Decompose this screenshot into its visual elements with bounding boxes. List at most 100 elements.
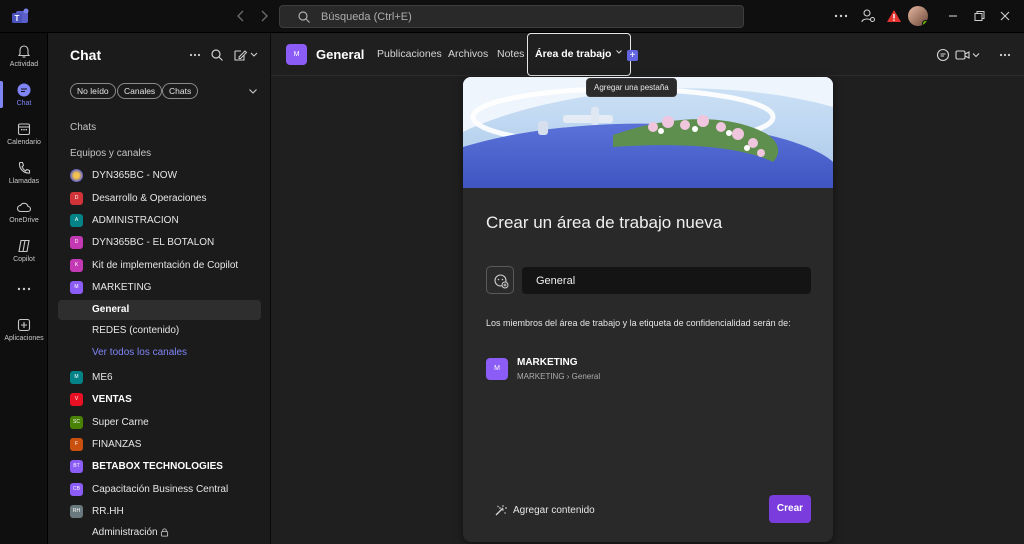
team-label: Super Carne <box>92 417 149 428</box>
filter-chats[interactable]: Chats <box>162 83 199 99</box>
team-label: ME6 <box>92 372 113 383</box>
close-window-icon[interactable] <box>997 8 1013 24</box>
magic-wand-icon <box>494 504 507 517</box>
cloud-icon <box>16 199 32 215</box>
rail-item-chat[interactable]: Chat <box>0 78 48 118</box>
workspace-icon-button[interactable] <box>486 266 514 294</box>
add-tab-tooltip: Agregar una pestaña <box>586 78 677 97</box>
rail-label: Chat <box>16 100 32 107</box>
rail-item-llamadas[interactable]: Llamadas <box>0 156 48 196</box>
teams-logo-icon: T <box>11 8 31 26</box>
create-button[interactable]: Crear <box>769 495 811 523</box>
team-row[interactable]: RH RR.HH <box>70 502 260 522</box>
rail-item-copilot[interactable]: Copilot <box>0 234 48 274</box>
rail-label: OneDrive <box>9 217 39 224</box>
team-row[interactable]: A ADMINISTRACION <box>70 211 260 231</box>
team-label: DYN365BC - EL BOTALON <box>92 237 215 248</box>
phone-icon <box>16 160 32 176</box>
team-avatar: D <box>70 192 83 205</box>
chat-icon <box>16 82 32 98</box>
team-row[interactable]: DYN365BC - NOW <box>70 166 260 186</box>
team-row[interactable]: K Kit de implementación de Copilot <box>70 256 260 276</box>
team-label: ADMINISTRACION <box>92 215 179 226</box>
team-avatar: RH <box>70 505 83 518</box>
rail-item-actividad[interactable]: Actividad <box>0 39 48 79</box>
meet-button[interactable] <box>955 48 981 62</box>
channel-row[interactable]: REDES (contenido) <box>58 321 261 341</box>
team-row[interactable]: SC Super Carne <box>70 413 260 433</box>
team-row[interactable]: M MARKETING <box>70 278 260 298</box>
team-name: MARKETING <box>517 357 578 368</box>
channel-label: General <box>92 304 130 315</box>
plus-square-icon <box>16 317 32 333</box>
rail-item-aplicaciones[interactable]: Aplicaciones <box>0 313 48 353</box>
search-box[interactable]: Búsqueda (Ctrl+E) <box>279 5 744 28</box>
chat-bubble-icon[interactable] <box>936 48 950 62</box>
section-teams[interactable]: Equipos y canales <box>70 148 151 159</box>
section-chats[interactable]: Chats <box>70 122 96 133</box>
filter-unread[interactable]: No leído <box>70 83 116 99</box>
card-title: Crear un área de trabajo nueva <box>486 213 723 232</box>
team-label: MARKETING <box>92 282 152 293</box>
warning-icon[interactable] <box>886 8 902 24</box>
new-chat-button[interactable] <box>233 48 259 62</box>
team-avatar: F <box>70 438 83 451</box>
more-options-icon[interactable] <box>998 48 1012 62</box>
see-all-label: Ver todos los canales <box>92 347 188 358</box>
chat-list-panel: Chat No leído Canales Chats Chats Equipo… <box>48 33 271 544</box>
tab-publicaciones[interactable]: Publicaciones <box>377 48 442 60</box>
team-row[interactable]: CB Capacitación Business Central <box>70 480 260 500</box>
channel-row-selected[interactable]: General <box>58 300 261 320</box>
people-settings-icon[interactable] <box>860 8 876 24</box>
rail-label: Aplicaciones <box>4 335 44 342</box>
tab-label: Área de trabajo <box>535 48 612 60</box>
create-workspace-card: Crear un área de trabajo nueva Los miemb… <box>463 77 833 542</box>
title-bar: T Búsqueda (Ctrl+E) <box>0 0 1024 33</box>
team-row[interactable]: D DYN365BC - EL BOTALON <box>70 233 260 253</box>
user-avatar[interactable] <box>908 6 928 26</box>
add-content-label: Agregar contenido <box>513 505 595 516</box>
team-row[interactable]: M ME6 <box>70 368 260 388</box>
channel-row[interactable]: Administración <box>58 523 261 543</box>
minimize-icon[interactable] <box>945 8 961 24</box>
team-label: Desarrollo & Operaciones <box>92 193 207 204</box>
see-all-channels-link[interactable]: Ver todos los canales <box>58 343 261 363</box>
workspace-description: Los miembros del área de trabajo y la et… <box>486 318 791 328</box>
tab-area-de-trabajo[interactable]: Área de trabajo <box>527 33 632 76</box>
team-label: BETABOX TECHNOLOGIES <box>92 461 223 472</box>
rail-more-button[interactable] <box>0 277 48 297</box>
team-row[interactable]: BT BETABOX TECHNOLOGIES <box>70 457 260 477</box>
forward-arrow-icon[interactable] <box>257 9 271 23</box>
private-channel-icon <box>160 528 169 537</box>
search-icon[interactable] <box>210 48 224 62</box>
team-row[interactable]: V VENTAS <box>70 390 260 410</box>
tab-archivos[interactable]: Archivos <box>448 48 488 60</box>
calendar-icon <box>16 121 32 137</box>
back-arrow-icon[interactable] <box>234 9 248 23</box>
rail-label: Copilot <box>13 256 35 263</box>
tab-notes[interactable]: Notes <box>497 48 524 60</box>
team-row[interactable]: F FINANZAS <box>70 435 260 455</box>
team-row[interactable]: D Desarrollo & Operaciones <box>70 189 260 209</box>
team-avatar: A <box>70 214 83 227</box>
more-options-icon[interactable] <box>833 8 849 24</box>
filter-channels[interactable]: Canales <box>117 83 163 99</box>
more-options-icon[interactable] <box>188 48 202 62</box>
copilot-icon <box>16 238 32 254</box>
rail-item-onedrive[interactable]: OneDrive <box>0 195 48 235</box>
add-tab-button[interactable]: + <box>627 50 638 61</box>
panel-title: Chat <box>70 47 102 63</box>
restore-icon[interactable] <box>971 8 987 24</box>
team-label: RR.HH <box>92 506 124 517</box>
workspace-name-input[interactable] <box>522 267 811 294</box>
chevron-down-icon[interactable] <box>247 85 259 97</box>
more-options-icon <box>16 281 32 297</box>
team-avatar: D <box>70 236 83 249</box>
team-avatar <box>70 169 83 182</box>
channel-avatar: M <box>286 44 307 65</box>
rail-item-calendario[interactable]: Calendario <box>0 117 48 157</box>
channel-label: Administración <box>92 527 158 538</box>
team-label: FINANZAS <box>92 439 142 450</box>
team-channel-path: MARKETING › General <box>517 372 601 381</box>
search-placeholder: Búsqueda (Ctrl+E) <box>321 11 412 23</box>
